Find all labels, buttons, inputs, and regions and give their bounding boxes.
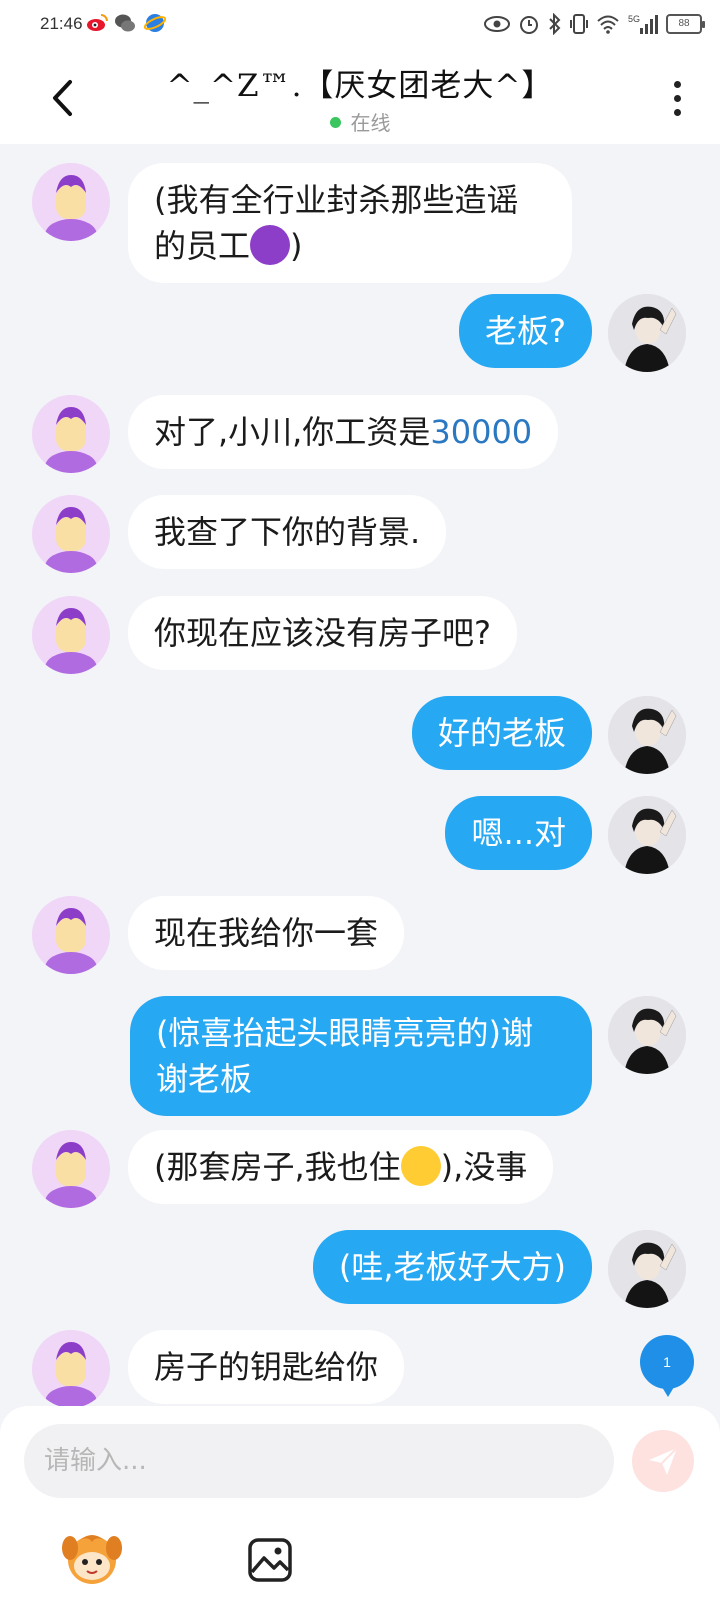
status-bar: 21:46 5G 88	[0, 0, 720, 52]
signal-5g-icon: 5G	[628, 14, 658, 34]
contact-avatar[interactable]	[32, 395, 110, 473]
message-bubble-outgoing[interactable]: 好的老板	[411, 696, 592, 770]
browser-icon	[144, 14, 166, 32]
contact-avatar[interactable]	[32, 896, 110, 974]
send-icon	[649, 1447, 678, 1475]
chat-header: ^_^Z™.【厌女团老大^】 在线	[0, 52, 720, 144]
online-status: 在线	[0, 107, 720, 136]
contact-avatar[interactable]	[32, 1130, 110, 1208]
eye-comfort-icon	[484, 16, 510, 32]
new-message-indicator[interactable]: 1	[640, 1335, 694, 1397]
weibo-icon	[87, 14, 108, 31]
user-avatar-image	[608, 294, 686, 372]
default-avatar-icon	[45, 1342, 97, 1408]
user-avatar-image	[608, 796, 686, 874]
default-avatar-icon	[45, 175, 97, 241]
user-avatar[interactable]	[608, 1230, 686, 1308]
more-options-button[interactable]	[662, 74, 692, 122]
image-button[interactable]	[246, 1536, 294, 1584]
default-avatar-icon	[45, 908, 97, 974]
message-bubble-outgoing[interactable]: 老板?	[459, 294, 592, 368]
contact-avatar[interactable]	[32, 1330, 110, 1408]
user-avatar[interactable]	[608, 796, 686, 874]
svg-text:5G: 5G	[628, 14, 640, 24]
wifi-icon	[597, 15, 619, 34]
angry-devil-emoji-icon	[250, 225, 291, 265]
image-icon	[248, 1538, 292, 1582]
emoji-button[interactable]	[60, 1526, 124, 1590]
user-avatar-image	[608, 1230, 686, 1308]
message-bubble-incoming[interactable]: 房子的钥匙给你	[128, 1330, 405, 1404]
status-indicators: 5G 88	[484, 12, 705, 36]
more-vertical-icon	[673, 80, 681, 88]
online-dot	[329, 117, 341, 128]
online-label: 在线	[350, 111, 391, 135]
message-bubble-outgoing[interactable]: 嗯...对	[445, 796, 592, 870]
message-input[interactable]	[24, 1424, 614, 1498]
send-button[interactable]	[632, 1430, 694, 1492]
message-bubble-incoming[interactable]: 我查了下你的背景.	[128, 495, 447, 569]
contact-avatar[interactable]	[32, 163, 110, 241]
wechat-icon	[115, 14, 135, 32]
vibrate-icon	[570, 14, 588, 34]
contact-avatar[interactable]	[32, 596, 110, 674]
input-panel	[0, 1406, 720, 1612]
user-avatar-image	[608, 696, 686, 774]
default-avatar-icon	[45, 507, 97, 573]
user-avatar[interactable]	[608, 294, 686, 372]
user-avatar[interactable]	[608, 696, 686, 774]
heart-eyes-emoji-icon	[400, 1146, 441, 1186]
message-bubble-incoming[interactable]: 你现在应该没有房子吧?	[128, 596, 517, 670]
status-time: 21:46	[40, 14, 83, 33]
message-bubble-outgoing[interactable]: (哇,老板好大方)	[312, 1230, 592, 1304]
message-bubble-incoming[interactable]: (我有全行业封杀那些造谣 的员工)	[128, 163, 572, 283]
message-bubble-incoming[interactable]: 现在我给你一套	[128, 896, 405, 970]
user-avatar[interactable]	[608, 996, 686, 1074]
message-bubble-incoming[interactable]: 对了,小川,你工资是30000	[128, 395, 559, 469]
salary-number[interactable]: 30000	[430, 413, 532, 451]
user-avatar-image	[608, 996, 686, 1074]
message-bubble-incoming[interactable]: (那套房子,我也住),没事	[128, 1130, 554, 1204]
battery-icon: 88	[666, 14, 705, 34]
default-avatar-icon	[45, 407, 97, 473]
bluetooth-icon	[549, 13, 561, 35]
alarm-icon	[520, 16, 538, 34]
default-avatar-icon	[45, 1142, 97, 1208]
contact-avatar[interactable]	[32, 495, 110, 573]
default-avatar-icon	[45, 608, 97, 674]
message-bubble-outgoing[interactable]: (惊喜抬起头眼睛亮亮的)谢 谢老板	[130, 996, 592, 1116]
chat-title: ^_^Z™.【厌女团老大^】	[166, 68, 554, 104]
mascot-emoji-icon	[62, 1535, 122, 1584]
